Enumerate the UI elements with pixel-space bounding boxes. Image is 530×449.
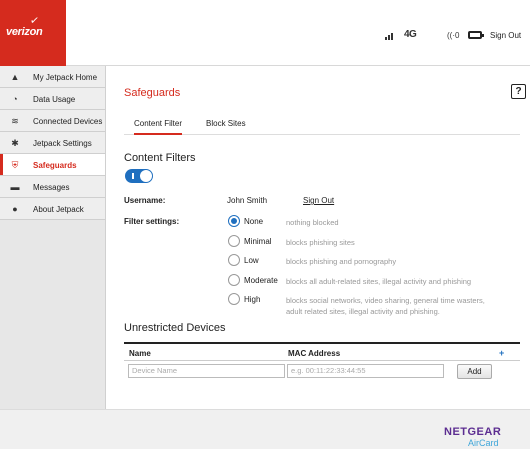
radio-button[interactable]	[228, 293, 240, 305]
message-icon: ▬	[10, 182, 20, 192]
mac-address-input[interactable]: e.g. 00:11:22:33:44:55	[287, 364, 444, 378]
content-filter-toggle[interactable]	[125, 169, 153, 183]
divider	[124, 342, 520, 344]
radio-button[interactable]	[228, 254, 240, 266]
wifi-count-value: 0	[455, 31, 460, 40]
option-label: Minimal	[244, 237, 272, 246]
network-type: 4G	[404, 29, 417, 40]
toggle-on-indicator	[132, 173, 134, 179]
option-label: High	[244, 295, 261, 304]
unrestricted-devices-heading: Unrestricted Devices	[124, 322, 226, 334]
option-description: blocks all adult-related sites, illegal …	[286, 277, 472, 286]
sidebar-item-jetpack-settings[interactable]: ✱ Jetpack Settings	[0, 132, 105, 154]
sidebar-item-data-usage[interactable]: ◔ Data Usage	[0, 88, 105, 110]
filter-sign-out-link[interactable]: Sign Out	[303, 196, 334, 205]
netgear-logo: NETGEAR	[444, 426, 502, 438]
option-description: nothing blocked	[286, 218, 339, 227]
sidebar-item-label: Messages	[33, 183, 70, 192]
filter-option-moderate[interactable]: Moderate blocks all adult-related sites,…	[226, 274, 526, 288]
radio-button[interactable]	[228, 215, 240, 227]
option-label: None	[244, 217, 264, 226]
toggle-knob	[140, 170, 152, 182]
home-icon: ▲	[10, 72, 20, 82]
sidebar-item-label: Data Usage	[33, 95, 76, 104]
sidebar-item-safeguards[interactable]: ⛨ Safeguards	[0, 154, 105, 176]
page-title: Safeguards	[124, 87, 181, 99]
wifi-count: ((·0	[447, 31, 459, 40]
option-label: Moderate	[244, 276, 278, 285]
top-bar: ✓ verizon 4G ((·0 Sign Out	[0, 0, 530, 66]
battery-icon	[468, 31, 484, 39]
sidebar-item-label: My Jetpack Home	[33, 73, 98, 82]
column-header-name: Name	[129, 349, 151, 358]
verizon-logo[interactable]: ✓ verizon	[0, 0, 66, 66]
logo-text: verizon	[6, 26, 43, 38]
option-description: blocks phishing and pornography	[286, 257, 397, 266]
aircard-logo: AirCard	[468, 438, 499, 448]
sidebar-item-messages[interactable]: ▬ Messages	[0, 176, 105, 198]
column-header-mac: MAC Address	[288, 349, 341, 358]
sidebar: ▲ My Jetpack Home ◔ Data Usage ≋ Connect…	[0, 66, 106, 409]
sidebar-item-label: About Jetpack	[33, 205, 84, 214]
device-name-input[interactable]: Device Name	[128, 364, 285, 378]
option-description: blocks social networks, video sharing, g…	[286, 296, 485, 316]
main-content: Safeguards ? Content Filter Block Sites …	[106, 66, 530, 409]
gauge-icon: ◔	[12, 94, 18, 104]
table-separator	[124, 360, 520, 361]
filter-settings-label: Filter settings:	[124, 217, 180, 226]
filter-option-high[interactable]: High blocks social networks, video shari…	[226, 293, 526, 321]
sidebar-item-label: Connected Devices	[33, 117, 103, 126]
sidebar-item-label: Jetpack Settings	[33, 139, 92, 148]
filter-option-low[interactable]: Low blocks phishing and pornography	[226, 254, 526, 268]
sidebar-item-label: Safeguards	[33, 161, 77, 170]
filter-option-minimal[interactable]: Minimal blocks phishing sites	[226, 235, 526, 249]
username-label: Username:	[124, 196, 166, 205]
radio-button[interactable]	[228, 235, 240, 247]
filter-option-none[interactable]: None nothing blocked	[226, 215, 526, 229]
shield-icon: ⛨	[11, 160, 19, 170]
sidebar-item-home[interactable]: ▲ My Jetpack Home	[0, 66, 105, 88]
content-filters-heading: Content Filters	[124, 152, 196, 164]
tab-content-filter[interactable]: Content Filter	[134, 119, 183, 135]
add-device-button[interactable]: Add	[457, 364, 492, 379]
footer: NETGEAR AirCard	[0, 409, 530, 449]
info-icon: ●	[12, 204, 18, 214]
add-row-icon[interactable]: +	[499, 348, 504, 358]
tab-bar: Content Filter Block Sites	[124, 115, 520, 135]
radio-button[interactable]	[228, 274, 240, 286]
help-icon[interactable]: ?	[511, 84, 526, 99]
tab-block-sites[interactable]: Block Sites	[206, 119, 246, 133]
sidebar-item-about-jetpack[interactable]: ● About Jetpack	[0, 198, 105, 220]
option-label: Low	[244, 256, 259, 265]
signal-strength-icon	[385, 31, 394, 40]
sidebar-item-connected-devices[interactable]: ≋ Connected Devices	[0, 110, 105, 132]
option-description: blocks phishing sites	[286, 238, 355, 247]
gear-icon: ✱	[11, 138, 19, 148]
wifi-signal-icon: ((·	[447, 31, 455, 40]
page: ✓ verizon 4G ((·0 Sign Out ▲ My Jetpack …	[0, 0, 530, 449]
username-value: John Smith	[227, 196, 268, 205]
wifi-icon: ≋	[11, 116, 19, 126]
sign-out-link[interactable]: Sign Out	[490, 31, 521, 40]
